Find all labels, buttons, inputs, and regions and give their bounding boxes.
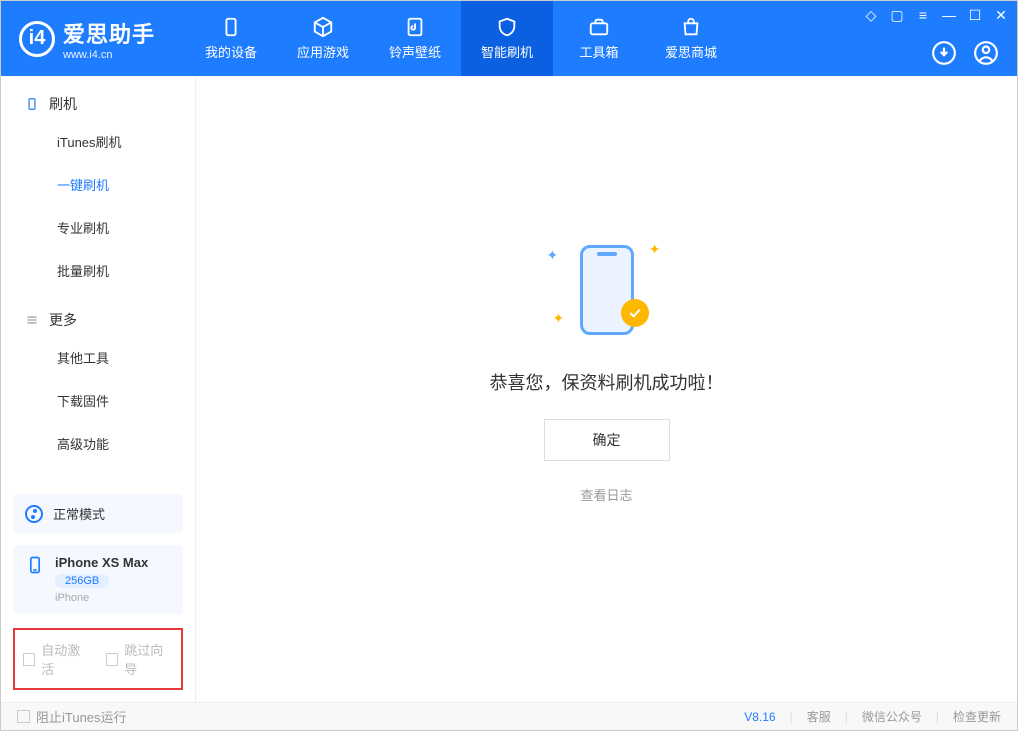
- feedback-icon[interactable]: ▢: [889, 7, 905, 24]
- toolbox-icon: [588, 16, 610, 38]
- checkbox-box: [17, 710, 30, 723]
- checkbox-box: [23, 653, 35, 666]
- nav-tabs: 我的设备 应用游戏 铃声壁纸 智能刷机 工具箱 爱思商城: [185, 1, 737, 76]
- menu-icon[interactable]: ≡: [915, 7, 931, 24]
- sidebar-item-onekey-flash[interactable]: 一键刷机: [1, 163, 195, 206]
- sidebar-section-flash: 刷机: [1, 76, 195, 120]
- minimize-button[interactable]: —: [941, 7, 957, 24]
- tab-my-device[interactable]: 我的设备: [185, 1, 277, 76]
- device-icon: [220, 16, 242, 38]
- device-type: iPhone: [55, 592, 148, 604]
- section-label: 更多: [49, 310, 77, 330]
- flash-options-box: 自动激活 跳过向导: [13, 628, 183, 690]
- logo-icon: i4: [19, 21, 55, 57]
- phone-icon: [25, 97, 39, 111]
- tab-toolbox[interactable]: 工具箱: [553, 1, 645, 76]
- checkbox-auto-activate[interactable]: 自动激活: [23, 640, 90, 678]
- tab-label: 爱思商城: [665, 42, 717, 61]
- tab-label: 智能刷机: [481, 42, 533, 61]
- device-capacity: 256GB: [55, 574, 109, 588]
- tab-label: 应用游戏: [297, 42, 349, 61]
- sidebar-item-itunes-flash[interactable]: iTunes刷机: [1, 120, 195, 163]
- check-badge-icon: [621, 299, 649, 327]
- tab-ringtone-wallpaper[interactable]: 铃声壁纸: [369, 1, 461, 76]
- status-bar: 阻止iTunes运行 V8.16 | 客服 | 微信公众号 | 检查更新: [1, 702, 1017, 730]
- main-content: ✦ ✦ ✦ 恭喜您，保资料刷机成功啦！ 确定 查看日志: [196, 76, 1017, 702]
- phone-icon: [25, 555, 45, 575]
- sidebar-item-download-firmware[interactable]: 下载固件: [1, 379, 195, 422]
- checkbox-block-itunes[interactable]: 阻止iTunes运行: [17, 707, 127, 726]
- mode-label: 正常模式: [53, 504, 105, 523]
- success-message: 恭喜您，保资料刷机成功啦！: [490, 369, 724, 395]
- device-info-box[interactable]: iPhone XS Max 256GB iPhone: [13, 545, 183, 614]
- section-label: 刷机: [49, 94, 77, 114]
- ok-button[interactable]: 确定: [544, 419, 670, 461]
- sidebar-item-batch-flash[interactable]: 批量刷机: [1, 249, 195, 292]
- sparkle-icon: ✦: [553, 310, 565, 327]
- footer-link-update[interactable]: 检查更新: [953, 708, 1001, 725]
- list-icon: [25, 313, 39, 327]
- checkbox-label: 阻止iTunes运行: [36, 707, 127, 726]
- download-icon[interactable]: [931, 40, 957, 66]
- device-name: iPhone XS Max: [55, 555, 148, 570]
- view-log-link[interactable]: 查看日志: [580, 485, 632, 504]
- bag-icon: [680, 16, 702, 38]
- checkbox-skip-guide[interactable]: 跳过向导: [106, 640, 173, 678]
- sidebar: 刷机 iTunes刷机 一键刷机 专业刷机 批量刷机 更多 其他工具 下载固件 …: [1, 76, 196, 702]
- user-icon[interactable]: [973, 40, 999, 66]
- sidebar-section-more: 更多: [1, 292, 195, 336]
- checkbox-label: 自动激活: [41, 640, 90, 678]
- maximize-button[interactable]: ☐: [967, 7, 983, 24]
- header-actions: [931, 40, 999, 66]
- close-button[interactable]: ✕: [993, 7, 1009, 24]
- app-name: 爱思助手: [63, 17, 155, 49]
- app-logo: i4 爱思助手 www.i4.cn: [19, 17, 155, 61]
- sidebar-item-other-tools[interactable]: 其他工具: [1, 336, 195, 379]
- tab-store[interactable]: 爱思商城: [645, 1, 737, 76]
- mode-icon: [25, 505, 43, 523]
- version-label: V8.16: [744, 710, 775, 724]
- app-header: i4 爱思助手 www.i4.cn 我的设备 应用游戏 铃声壁纸 智能刷机 工具…: [1, 1, 1017, 76]
- sparkle-icon: ✦: [649, 241, 661, 258]
- skin-icon[interactable]: ◇: [863, 7, 879, 24]
- sparkle-icon: ✦: [547, 247, 559, 264]
- tab-apps-games[interactable]: 应用游戏: [277, 1, 369, 76]
- success-illustration: ✦ ✦ ✦: [537, 235, 677, 345]
- app-url: www.i4.cn: [63, 49, 155, 61]
- checkbox-label: 跳过向导: [124, 640, 173, 678]
- tab-smart-flash[interactable]: 智能刷机: [461, 1, 553, 76]
- sidebar-item-advanced[interactable]: 高级功能: [1, 422, 195, 465]
- device-mode-box[interactable]: 正常模式: [13, 494, 183, 533]
- cube-icon: [312, 16, 334, 38]
- music-icon: [404, 16, 426, 38]
- footer-link-wechat[interactable]: 微信公众号: [862, 708, 922, 725]
- checkbox-box: [106, 653, 118, 666]
- window-controls: ◇ ▢ ≡ — ☐ ✕: [863, 7, 1009, 24]
- footer-link-support[interactable]: 客服: [807, 708, 831, 725]
- shield-icon: [496, 16, 518, 38]
- tab-label: 铃声壁纸: [389, 42, 441, 61]
- tab-label: 我的设备: [205, 42, 257, 61]
- tab-label: 工具箱: [580, 42, 619, 61]
- sidebar-item-pro-flash[interactable]: 专业刷机: [1, 206, 195, 249]
